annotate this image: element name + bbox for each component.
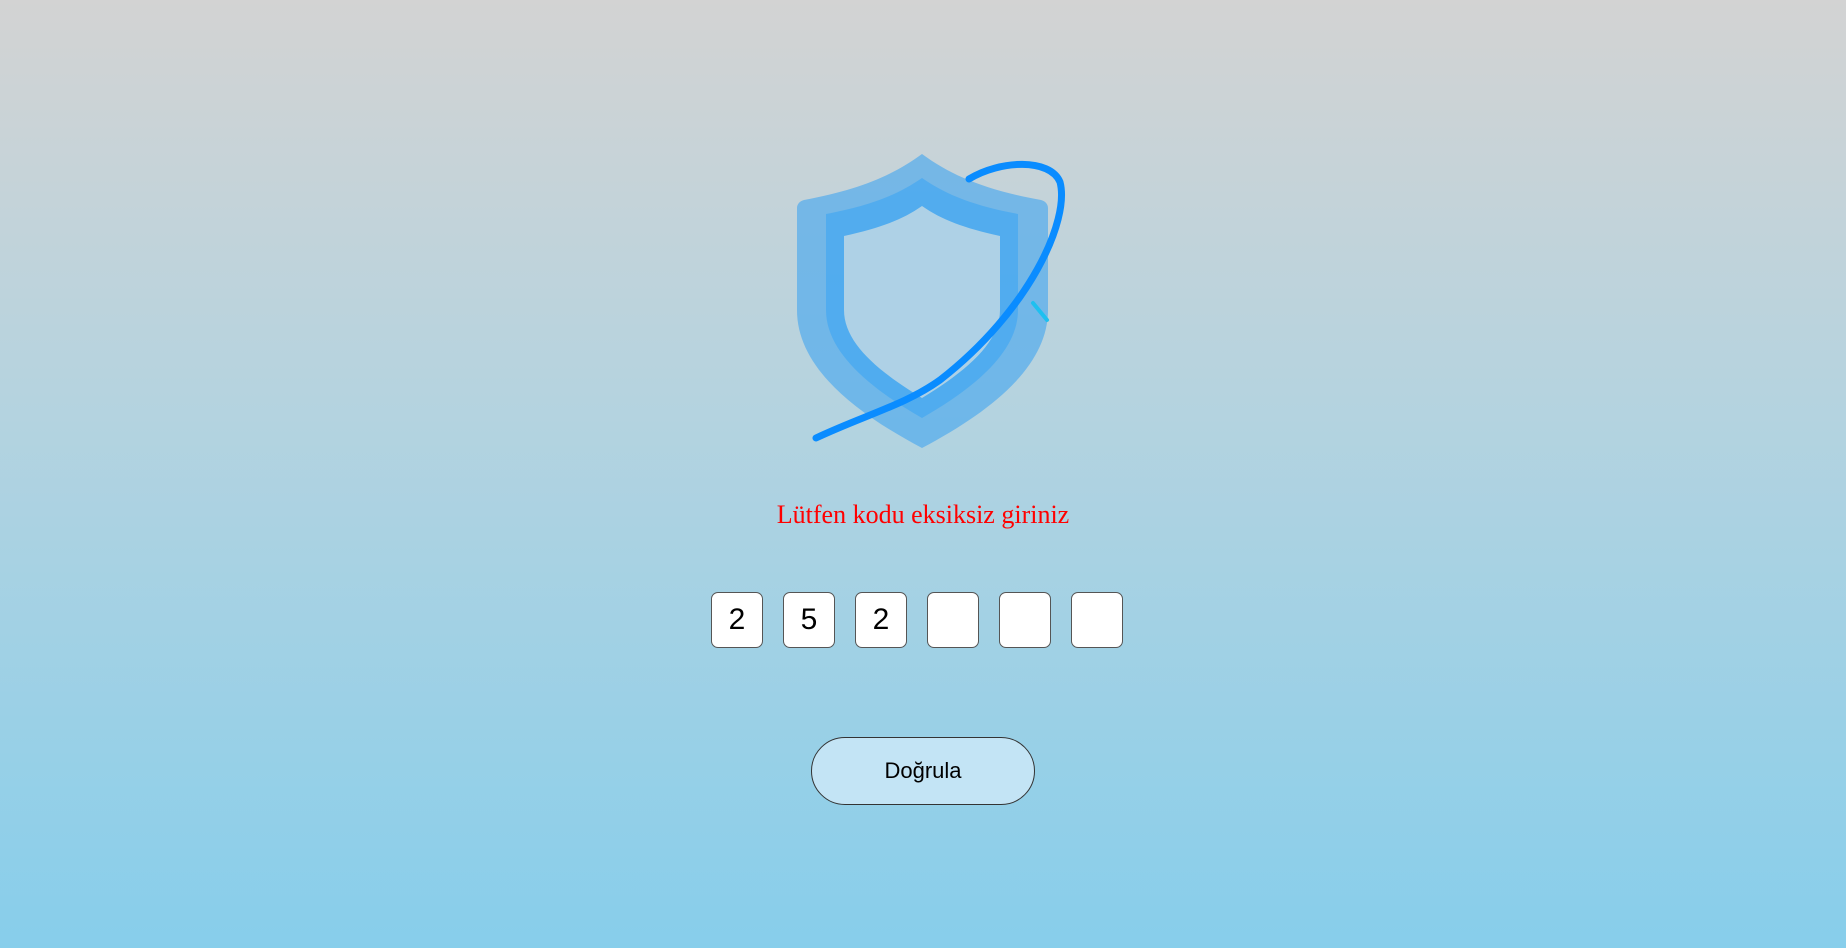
otp-digit-6[interactable] — [1071, 592, 1123, 648]
verify-button[interactable]: Doğrula — [811, 737, 1035, 805]
otp-digit-3[interactable] — [855, 592, 907, 648]
otp-digit-5[interactable] — [999, 592, 1051, 648]
error-message: Lütfen kodu eksiksiz giriniz — [776, 500, 1070, 529]
shield-logo — [780, 140, 1100, 460]
otp-digit-4[interactable] — [927, 592, 979, 648]
verification-page: Lütfen kodu eksiksiz giriniz Doğrula — [0, 0, 1846, 948]
otp-digit-2[interactable] — [783, 592, 835, 648]
otp-input-group — [711, 592, 1123, 648]
shield-icon — [797, 154, 1065, 448]
otp-digit-1[interactable] — [711, 592, 763, 648]
